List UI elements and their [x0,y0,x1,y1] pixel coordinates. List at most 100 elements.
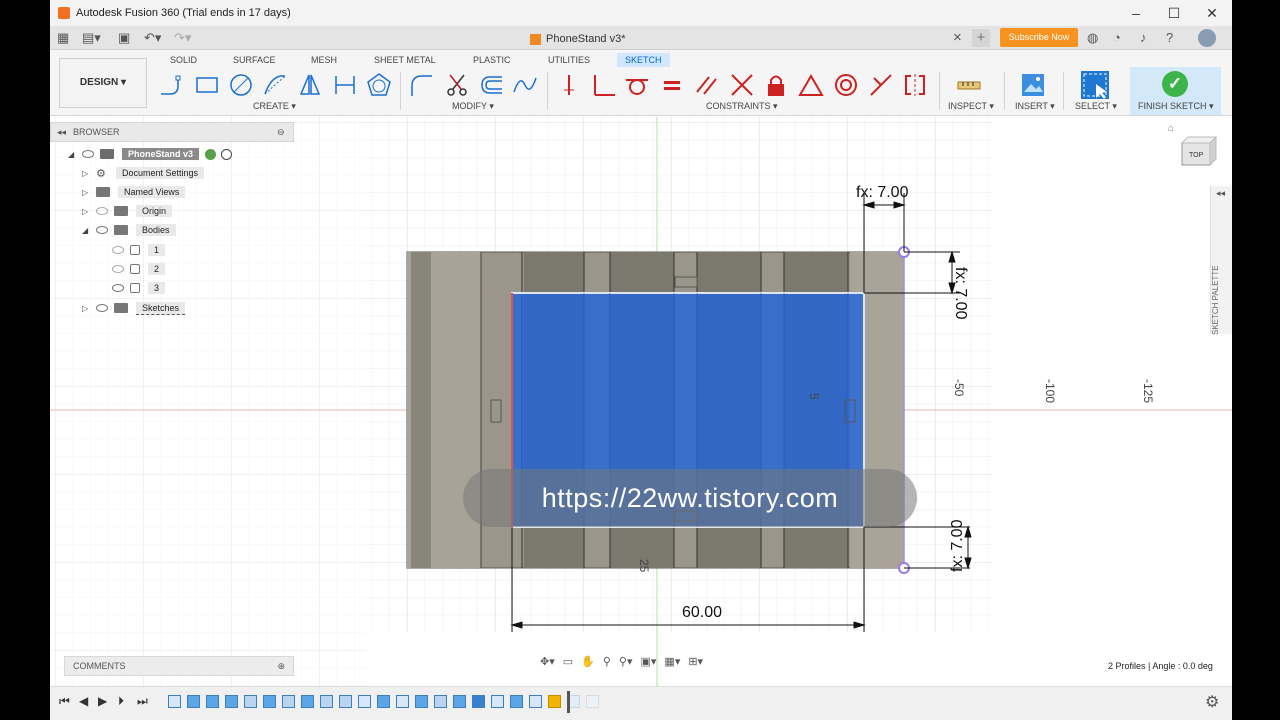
home-view-icon[interactable]: ⌂ [1168,123,1174,134]
extensions-icon[interactable]: ◍ [1087,30,1098,46]
line-tool-icon[interactable] [158,72,184,98]
polygon-tool-icon[interactable] [366,72,392,98]
timeline-feature[interactable] [491,695,504,708]
tree-item-sketches[interactable]: ▷ Sketches [82,300,186,316]
timeline-feature[interactable] [415,695,428,708]
expand-triangle-icon[interactable]: ▷ [82,169,90,178]
timeline-feature[interactable] [339,695,352,708]
play-icon[interactable]: ▶ [98,694,107,708]
timeline-feature[interactable] [244,695,257,708]
rectangle-tool-icon[interactable] [194,72,220,98]
timeline-feature[interactable] [263,695,276,708]
display-settings-icon[interactable]: ▣▾ [641,655,657,673]
pan-hand-icon[interactable]: ✋ [581,655,595,673]
add-comment-icon[interactable]: ⊕ [277,657,285,675]
timeline-feature[interactable] [225,695,238,708]
visibility-eye-icon[interactable] [82,150,94,158]
look-at-icon[interactable]: ▭ [563,655,573,673]
expand-palette-icon[interactable]: ◂◂ [1216,188,1225,199]
zoom-icon[interactable]: ⚲ [603,655,611,673]
timeline-feature[interactable] [472,695,485,708]
coincident-constraint-icon[interactable] [556,72,582,98]
constraints-menu[interactable]: CONSTRAINTS ▾ [706,101,778,112]
timeline-feature[interactable] [377,695,390,708]
timeline-feature[interactable] [282,695,295,708]
insert-menu[interactable]: INSERT ▾ [1015,101,1055,112]
timeline-feature[interactable] [510,695,523,708]
maximize-button[interactable]: ☐ [1154,2,1194,24]
minimize-button[interactable]: – [1116,2,1156,24]
timeline-feature[interactable] [453,695,466,708]
visibility-eye-icon[interactable] [112,284,124,292]
right-top-dimension-label[interactable]: fx: 7.00 [952,267,969,320]
right-bottom-dimension-label[interactable]: fx: 7.00 [949,519,966,572]
close-window-button[interactable]: ✕ [1192,2,1232,24]
timeline-feature[interactable] [206,695,219,708]
parallel-constraint-icon[interactable] [694,72,720,98]
activate-component-icon[interactable] [205,148,217,160]
collinear-constraint-icon[interactable] [729,72,755,98]
create-menu[interactable]: CREATE ▾ [253,101,296,112]
spline-tool-icon[interactable] [512,72,538,98]
active-radio-icon[interactable] [221,148,233,160]
timeline-feature[interactable] [320,695,333,708]
arc-tool-icon[interactable] [262,72,288,98]
finish-check-icon[interactable]: ✓ [1162,71,1188,97]
expand-triangle-icon[interactable]: ◢ [68,150,76,159]
tree-item-body-2[interactable]: 2 [112,261,166,277]
finish-sketch-menu[interactable]: FINISH SKETCH ▾ [1138,101,1214,112]
close-tab-icon[interactable]: × [953,30,962,46]
top-dimension-label[interactable]: fx: 7.00 [856,184,909,201]
viewports-icon[interactable]: ⊞▾ [688,655,703,673]
notifications-bell-icon[interactable]: ♪ [1140,30,1147,46]
browser-root-row[interactable]: ◢ PhoneStand v3 [68,146,233,162]
dimension-tool-icon[interactable] [332,72,358,98]
zoom-window-icon[interactable]: ⚲▾ [619,655,633,673]
polygon-mirror-icon[interactable] [297,72,323,98]
tree-item-document-settings[interactable]: ▷ ⚙ Document Settings [82,165,205,181]
collapse-triangle-icon[interactable]: ◢ [82,226,90,235]
perpendicular-constraint-icon[interactable] [590,72,616,98]
measure-ruler-icon[interactable] [956,72,982,98]
expand-triangle-icon[interactable]: ▷ [82,304,90,313]
inspect-menu[interactable]: INSPECT ▾ [948,101,994,112]
timeline-feature[interactable] [396,695,409,708]
comments-panel[interactable]: COMMENTS ⊕ [64,656,294,676]
timeline-feature[interactable] [301,695,314,708]
timeline-marker[interactable] [567,691,570,713]
viewport-canvas[interactable]: fx: 7.00 fx: 7.00 fx: 7.00 60.00 -50 -10… [50,117,1232,686]
triangle-constraint-icon[interactable] [798,72,824,98]
fillet-tool-icon[interactable] [408,72,434,98]
timeline-active-sketch[interactable] [548,695,561,708]
redo-icon[interactable]: ↷▾ [174,30,191,46]
tab-sketch[interactable]: SKETCH [617,53,670,67]
hidden-eye-icon[interactable] [112,265,124,273]
subscribe-button[interactable]: Subscribe Now [1000,28,1078,47]
symmetry-constraint-icon[interactable] [902,72,928,98]
timeline-feature[interactable] [434,695,447,708]
visibility-eye-icon[interactable] [96,226,108,234]
grid-settings-icon[interactable]: ▦▾ [664,655,680,673]
tree-item-body-1[interactable]: 1 [112,242,166,258]
workspace-switcher-button[interactable]: DESIGN ▾ [59,58,147,108]
midpoint-constraint-icon[interactable] [868,72,894,98]
step-back-icon[interactable]: ◀ [79,694,88,708]
file-menu-icon[interactable]: ▤▾ [82,30,101,46]
go-to-end-icon[interactable]: ⏭ [137,694,148,709]
step-forward-icon[interactable]: ⏵ [118,694,124,709]
browser-panel-header[interactable]: ◂◂ BROWSER ⊖ [50,122,294,142]
hidden-eye-icon[interactable] [96,207,108,215]
modify-menu[interactable]: MODIFY ▾ [452,101,494,112]
tree-item-origin[interactable]: ▷ Origin [82,203,173,219]
view-cube[interactable]: TOP [1180,135,1218,167]
tree-item-body-3[interactable]: 3 [112,280,166,296]
equal-constraint-icon[interactable] [659,72,685,98]
timeline-feature[interactable] [168,695,181,708]
width-dimension-label[interactable]: 60.00 [682,604,722,621]
select-cursor-icon[interactable] [1080,70,1110,100]
tab-surface[interactable]: SURFACE [233,53,276,67]
timeline-settings-gear-icon[interactable]: ⚙ [1205,692,1219,712]
tangent-constraint-icon[interactable] [624,72,650,98]
save-icon[interactable]: ▣ [118,30,130,46]
concentric-constraint-icon[interactable] [833,72,859,98]
